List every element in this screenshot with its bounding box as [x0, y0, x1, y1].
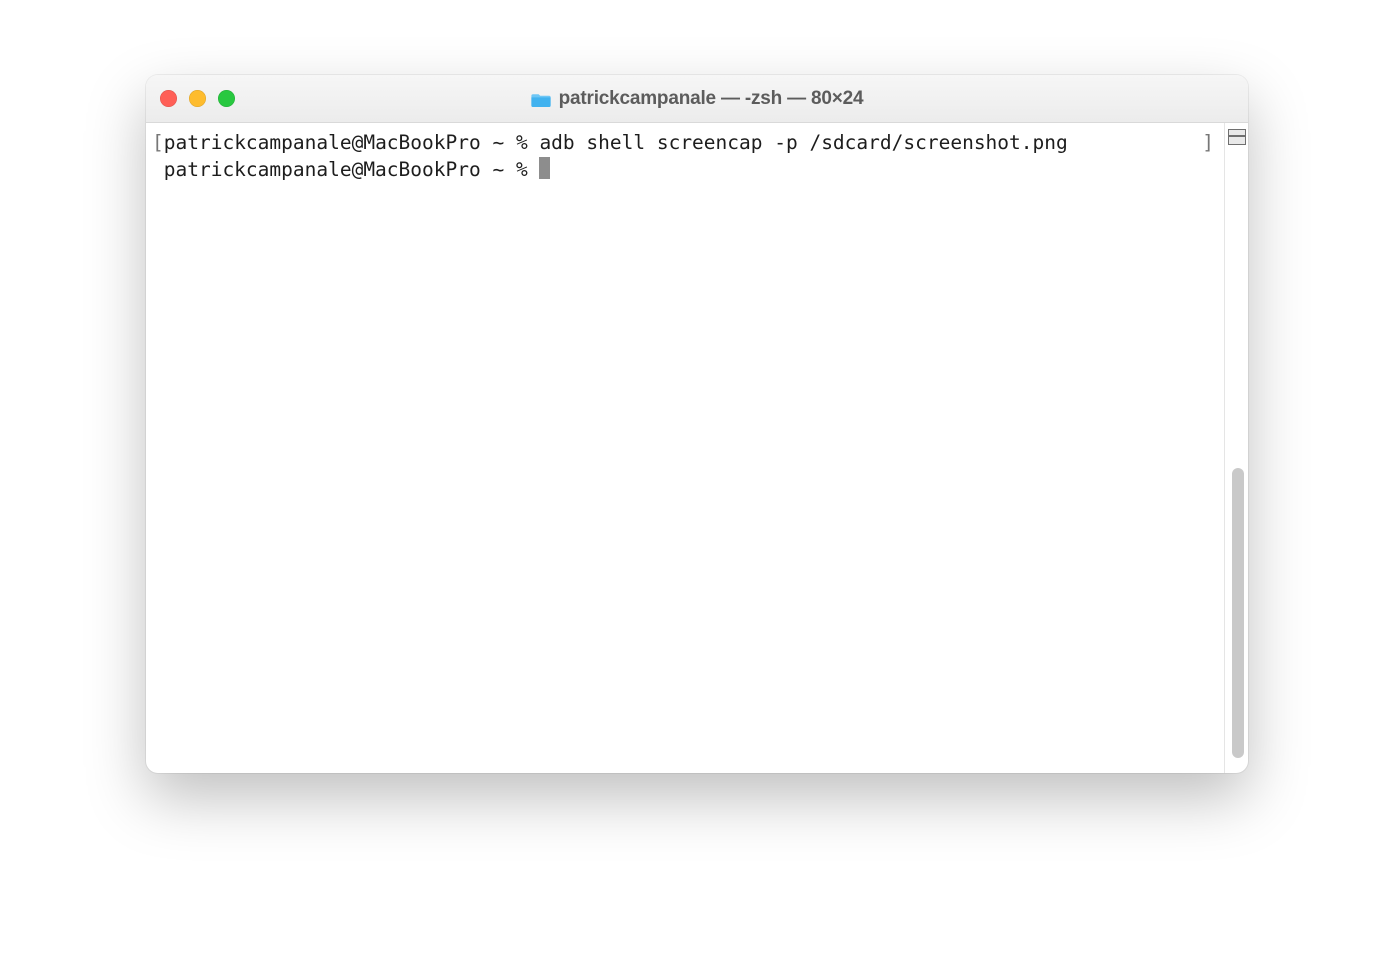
- terminal-window: patrickcampanale — -zsh — 80×24 [patrick…: [146, 75, 1248, 773]
- prompt-2: patrickcampanale@MacBookPro ~ %: [152, 158, 539, 181]
- alt-screen-icon[interactable]: [1228, 129, 1246, 145]
- prompt-1: patrickcampanale@MacBookPro ~ %: [164, 131, 540, 154]
- window-body: [patrickcampanale@MacBookPro ~ % adb she…: [146, 123, 1248, 773]
- minimize-button[interactable]: [189, 90, 206, 107]
- close-button[interactable]: [160, 90, 177, 107]
- command-1: adb shell screencap -p /sdcard/screensho…: [539, 131, 1067, 154]
- prompt-bracket-close: ]: [1202, 129, 1214, 156]
- window-title: patrickcampanale — -zsh — 80×24: [146, 88, 1248, 110]
- zoom-button[interactable]: [218, 90, 235, 107]
- scroll-gutter: [1224, 123, 1248, 773]
- terminal-output[interactable]: [patrickcampanale@MacBookPro ~ % adb she…: [146, 123, 1224, 773]
- traffic-lights: [160, 90, 235, 107]
- folder-icon: [531, 91, 551, 107]
- scrollbar-thumb[interactable]: [1232, 468, 1244, 758]
- prompt-bracket-open: [: [152, 131, 164, 154]
- window-title-text: patrickcampanale — -zsh — 80×24: [559, 88, 864, 110]
- cursor: [539, 157, 550, 179]
- terminal-line-1: [patrickcampanale@MacBookPro ~ % adb she…: [152, 129, 1216, 156]
- titlebar[interactable]: patrickcampanale — -zsh — 80×24: [146, 75, 1248, 123]
- terminal-line-2: patrickcampanale@MacBookPro ~ %: [152, 156, 1216, 183]
